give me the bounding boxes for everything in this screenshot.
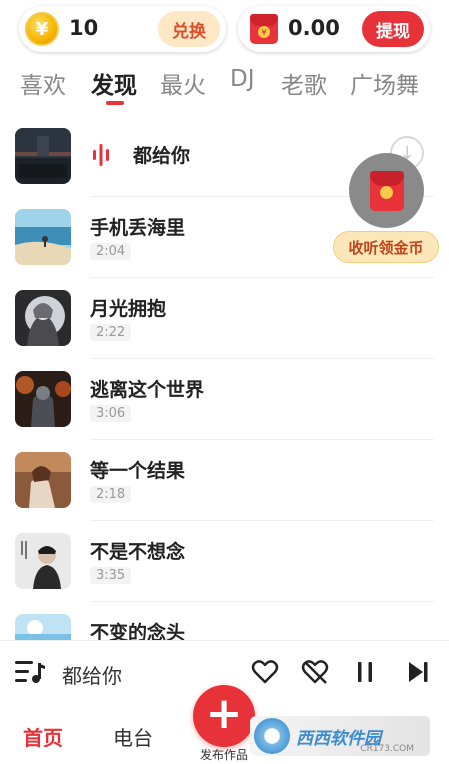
wallet-bar: ¥ 10 兑换 ¥ 0.00 提现 xyxy=(0,0,449,60)
song-duration: 3:06 xyxy=(90,405,132,422)
listen-earn-coins-badge[interactable]: 收听领金币 xyxy=(333,231,439,263)
song-title: 都给你 xyxy=(133,145,191,167)
next-track-icon[interactable] xyxy=(404,658,432,686)
coin-balance-pill[interactable]: ¥ 10 兑换 xyxy=(19,6,226,52)
song-row[interactable]: 等一个结果 2:18 xyxy=(0,452,449,533)
song-duration: 3:35 xyxy=(90,567,132,584)
song-cover xyxy=(15,128,71,184)
coin-balance: 10 xyxy=(69,16,99,40)
song-row[interactable]: 不变的念头 xyxy=(0,614,449,640)
publish-button[interactable]: + xyxy=(193,685,255,747)
song-title: 手机丢海里 xyxy=(90,217,186,239)
playlist-queue-icon[interactable] xyxy=(15,659,45,685)
coin-icon: ¥ xyxy=(25,12,59,46)
watermark-subtext: CR173.COM xyxy=(360,744,414,754)
tab-likes[interactable]: 喜欢 xyxy=(20,66,66,100)
song-duration: 2:04 xyxy=(90,243,132,260)
playing-equalizer-icon xyxy=(93,144,109,166)
song-cover xyxy=(15,371,71,427)
song-row[interactable]: 月光拥抱 2:22 xyxy=(0,290,449,371)
song-title: 不是不想念 xyxy=(90,541,186,563)
category-tabs: 喜欢 发现 最火 DJ 老歌 广场舞 xyxy=(0,60,449,110)
divider xyxy=(90,277,434,278)
song-row[interactable]: 逃离这个世界 3:06 xyxy=(0,371,449,452)
nav-home[interactable]: 首页 xyxy=(23,722,63,751)
song-cover xyxy=(15,452,71,508)
tab-oldies[interactable]: 老歌 xyxy=(281,66,327,100)
red-envelope-icon: ¥ xyxy=(250,14,278,44)
cash-balance-pill[interactable]: ¥ 0.00 提现 xyxy=(238,6,430,52)
active-tab-indicator xyxy=(106,101,124,105)
song-cover xyxy=(15,614,71,640)
tab-discover[interactable]: 发现 xyxy=(91,66,137,100)
cash-balance: 0.00 xyxy=(288,16,340,40)
plus-icon: + xyxy=(205,688,243,739)
exchange-button[interactable]: 兑换 xyxy=(158,11,220,47)
song-duration: 2:18 xyxy=(90,486,132,503)
song-row[interactable]: 不是不想念 3:35 xyxy=(0,533,449,614)
song-cover xyxy=(15,290,71,346)
song-title: 不变的念头 xyxy=(90,622,186,640)
song-duration: 2:22 xyxy=(90,324,132,341)
pause-icon[interactable] xyxy=(351,658,379,686)
tab-square-dance[interactable]: 广场舞 xyxy=(350,66,419,100)
red-packet-reward-button[interactable] xyxy=(349,153,424,228)
song-cover xyxy=(15,209,71,265)
song-title: 月光拥抱 xyxy=(90,298,167,320)
tab-hottest[interactable]: 最火 xyxy=(160,66,206,100)
divider xyxy=(90,601,434,602)
divider xyxy=(90,439,434,440)
withdraw-button[interactable]: 提现 xyxy=(362,11,424,47)
divider xyxy=(90,358,434,359)
watermark-logo-icon xyxy=(254,718,290,754)
song-cover xyxy=(15,533,71,589)
song-title: 等一个结果 xyxy=(90,460,186,482)
nav-radio[interactable]: 电台 xyxy=(113,722,153,751)
dislike-icon[interactable] xyxy=(301,658,329,686)
tab-dj[interactable]: DJ xyxy=(230,66,255,92)
divider xyxy=(90,520,434,521)
publish-label: 发布作品 xyxy=(200,748,249,762)
site-watermark: 西西软件园 CR173.COM xyxy=(250,716,430,756)
heart-icon[interactable] xyxy=(251,658,279,686)
song-title: 逃离这个世界 xyxy=(90,379,205,401)
now-playing-title: 都给你 xyxy=(62,664,122,688)
red-envelope-icon xyxy=(369,170,404,211)
